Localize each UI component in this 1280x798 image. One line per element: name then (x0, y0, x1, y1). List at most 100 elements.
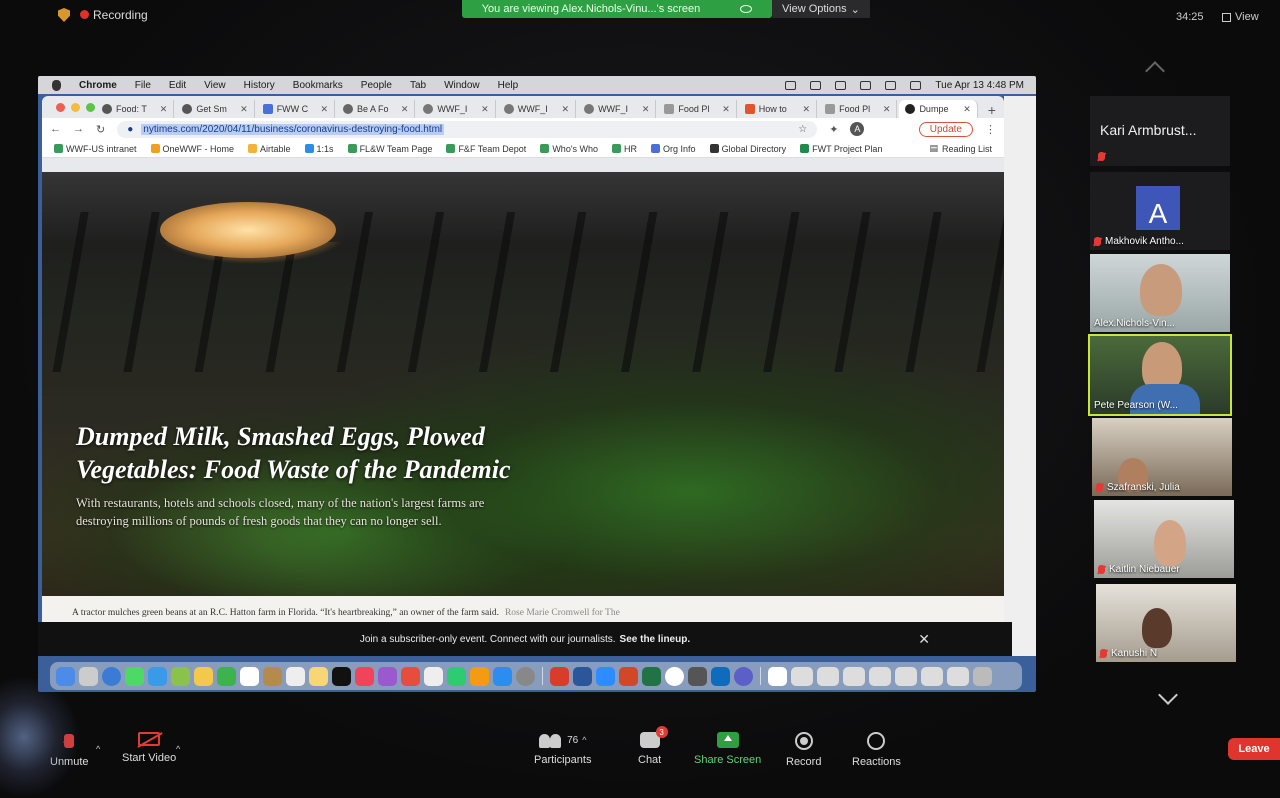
browser-tab[interactable]: WWF_I ✕ (578, 100, 657, 118)
minimized-window-icon[interactable] (869, 666, 891, 686)
tab-close-icon[interactable]: ✕ (240, 104, 248, 115)
messages-icon[interactable] (125, 666, 144, 686)
calendar-doc-icon[interactable] (768, 666, 787, 686)
podcasts-icon[interactable] (378, 666, 397, 686)
see-lineup-link[interactable]: See the lineup. (620, 634, 691, 645)
calendar-icon[interactable] (240, 666, 259, 686)
teams-icon[interactable] (734, 666, 753, 686)
minimized-window-icon[interactable] (895, 666, 917, 686)
bookmark-item[interactable]: OneWWF - Home (150, 144, 234, 154)
tab-close-icon[interactable]: ✕ (803, 104, 811, 115)
maps-icon[interactable] (171, 666, 190, 686)
spotlight-search-icon[interactable] (910, 80, 922, 90)
minimize-window-icon[interactable] (71, 103, 80, 112)
shared-screen[interactable]: Chrome File Edit View History Bookmarks … (38, 76, 1036, 692)
minimized-window-icon[interactable] (947, 666, 969, 686)
browser-tab[interactable]: FWW C ✕ (257, 100, 336, 118)
video-options-caret-icon[interactable]: ^ (176, 744, 180, 754)
bookmark-item[interactable]: 1:1s (304, 144, 334, 154)
browser-tab-active[interactable]: Dumpe ✕ (899, 100, 978, 118)
menu-view[interactable]: View (204, 80, 226, 91)
menu-chrome[interactable]: Chrome (79, 80, 117, 91)
tab-close-icon[interactable]: ✕ (401, 104, 409, 115)
menu-history[interactable]: History (244, 80, 275, 91)
chat-button[interactable]: 3 Chat (638, 726, 668, 766)
participant-tile[interactable]: Alex.Nichols-Vin... (1090, 254, 1230, 332)
minimized-window-icon[interactable] (817, 666, 839, 686)
battery-icon[interactable] (860, 80, 872, 90)
zotero-icon[interactable] (550, 666, 569, 686)
participants-button[interactable]: 76 ^ Participants (534, 732, 591, 766)
extension-puzzle-icon[interactable]: ✦ (829, 123, 838, 136)
bookmark-item[interactable]: F&F Team Depot (446, 144, 526, 154)
minimized-window-icon[interactable] (921, 666, 943, 686)
browser-tab[interactable]: How to ✕ (739, 100, 818, 118)
profile-avatar[interactable]: A (850, 122, 865, 136)
browser-tab[interactable]: Food Pl ✕ (658, 100, 737, 118)
contacts-icon[interactable] (263, 666, 282, 686)
bookmark-item[interactable]: HR (612, 144, 637, 154)
view-options-button[interactable]: View Options ⌄ (772, 0, 870, 18)
browser-tab[interactable]: Food Pl ✕ (819, 100, 898, 118)
scroll-down-chevron-icon[interactable] (1156, 690, 1180, 706)
calculator-icon[interactable] (688, 666, 707, 686)
bookmark-item[interactable]: WWF-US intranet (54, 144, 137, 154)
menu-people[interactable]: People (361, 80, 392, 91)
browser-tab[interactable]: Get Sm ✕ (176, 100, 255, 118)
news-icon[interactable] (401, 666, 420, 686)
bookmark-item[interactable]: FWT Project Plan (800, 144, 882, 154)
participant-tile[interactable]: Szafranski, Julia (1092, 418, 1232, 496)
reactions-button[interactable]: Reactions (852, 732, 901, 768)
security-shield-icon[interactable] (58, 8, 70, 22)
tab-close-icon[interactable]: ✕ (481, 104, 489, 115)
participant-tile-active-speaker[interactable]: Pete Pearson (W... (1088, 334, 1232, 416)
menu-tab[interactable]: Tab (410, 80, 426, 91)
menu-bookmarks[interactable]: Bookmarks (293, 80, 343, 91)
leave-meeting-button[interactable]: Leave (1228, 738, 1280, 760)
tab-close-icon[interactable]: ✕ (320, 104, 328, 115)
article-page[interactable]: Dumped Milk, Smashed Eggs, Plowed Vegeta… (42, 172, 1004, 624)
address-bar[interactable]: ● nytimes.com/2020/04/11/business/corona… (117, 120, 818, 138)
numbers-icon[interactable] (447, 666, 466, 686)
bookmark-item[interactable]: Global Directory (709, 144, 786, 154)
outlook-icon[interactable] (711, 666, 730, 686)
zoom-window-icon[interactable] (86, 103, 95, 112)
facetime-icon[interactable] (217, 666, 236, 686)
cloud-icon[interactable] (785, 80, 797, 90)
bookmark-item[interactable]: Who's Who (540, 144, 598, 154)
bookmark-star-icon[interactable]: ☆ (798, 124, 807, 135)
trash-icon[interactable] (973, 666, 992, 686)
tab-close-icon[interactable]: ✕ (160, 104, 168, 115)
menu-file[interactable]: File (135, 80, 151, 91)
photos-icon[interactable] (194, 666, 213, 686)
reading-list-button[interactable]: ▤ Reading List (929, 143, 992, 154)
launchpad-icon[interactable] (79, 666, 98, 686)
menu-help[interactable]: Help (498, 80, 519, 91)
minimized-window-icon[interactable] (791, 666, 813, 686)
view-button[interactable]: View (1222, 11, 1259, 23)
browser-tab[interactable]: WWF_I ✕ (417, 100, 496, 118)
menu-edit[interactable]: Edit (169, 80, 186, 91)
browser-tab[interactable]: Food: T ✕ (96, 100, 175, 118)
tab-close-icon[interactable]: ✕ (722, 104, 730, 115)
close-window-icon[interactable] (56, 103, 65, 112)
app-store-icon[interactable] (493, 666, 512, 686)
forward-arrow-icon[interactable]: → (73, 123, 84, 135)
close-banner-icon[interactable]: ✕ (918, 631, 930, 648)
music-icon[interactable] (355, 666, 374, 686)
keynote-icon[interactable] (424, 666, 443, 686)
mail-icon[interactable] (148, 666, 167, 686)
menu-window[interactable]: Window (444, 80, 480, 91)
start-video-button[interactable]: Start Video (122, 732, 176, 764)
tab-close-icon[interactable]: ✕ (562, 104, 570, 115)
update-button[interactable]: Update (918, 121, 973, 137)
bookmark-item[interactable]: Airtable (248, 144, 291, 154)
reminders-icon[interactable] (286, 666, 305, 686)
apple-icon[interactable] (52, 79, 61, 91)
audio-options-caret-icon[interactable]: ^ (96, 744, 100, 754)
bookmark-item[interactable]: FL&W Team Page (347, 144, 432, 154)
browser-tab[interactable]: WWF_I ✕ (498, 100, 577, 118)
safari-icon[interactable] (102, 666, 121, 686)
chrome-app-icon[interactable] (665, 666, 684, 686)
browser-tab[interactable]: Be A Fo ✕ (337, 100, 416, 118)
